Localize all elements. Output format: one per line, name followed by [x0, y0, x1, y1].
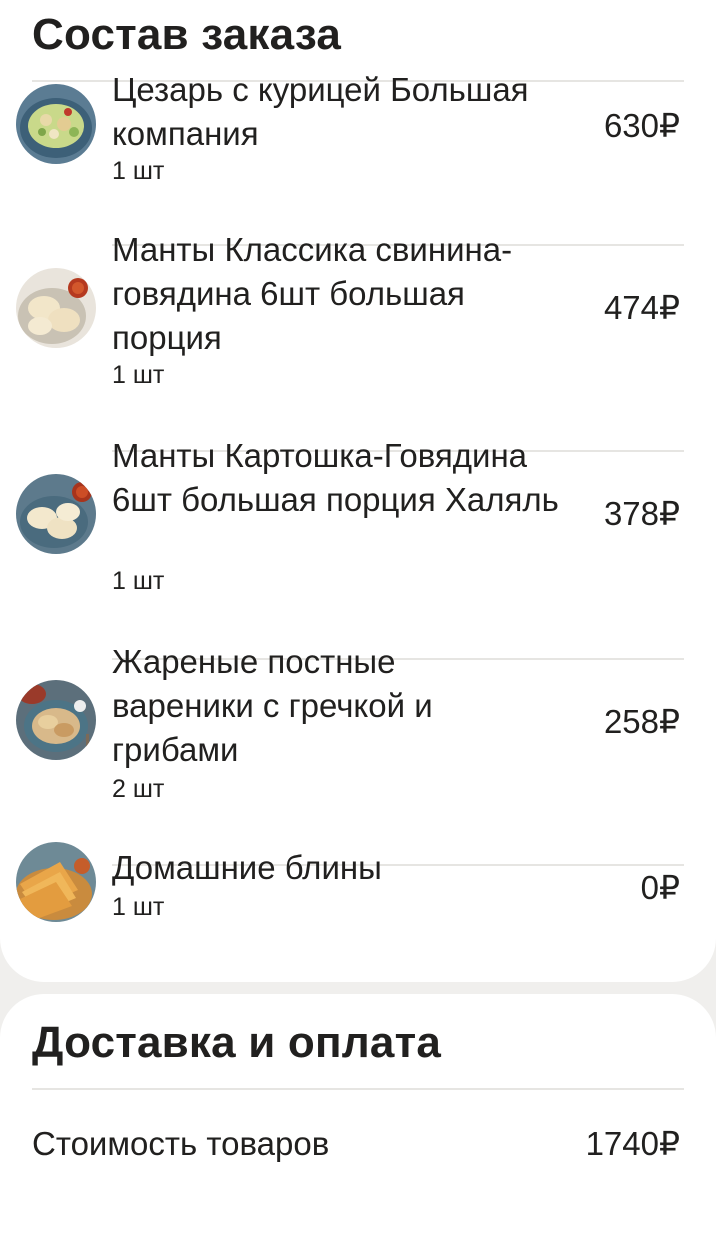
delivery-section-title: Доставка и оплата: [32, 1018, 442, 1067]
order-section-title: Состав заказа: [32, 10, 341, 59]
item-name: Цезарь с курицей Большая компания: [112, 71, 529, 152]
manty-halal-image: [16, 474, 96, 554]
goods-cost-value: 1740₽: [585, 1125, 680, 1162]
item-quantity: 2 шт: [112, 775, 165, 803]
item-quantity: 1 шт: [112, 893, 165, 921]
item-price: 258₽: [603, 703, 680, 740]
delivery-divider: [32, 1088, 684, 1090]
item-name: Жареные постные вареники с гречкой и гри…: [112, 643, 433, 768]
item-price: 0₽: [640, 869, 680, 906]
pancakes-image: [16, 842, 96, 922]
manty-image: [16, 268, 96, 348]
item-price: 378₽: [603, 495, 680, 532]
item-price: 474₽: [603, 289, 680, 326]
goods-cost-label: Стоимость товаров: [32, 1125, 330, 1162]
item-quantity: 1 шт: [112, 361, 165, 389]
item-name: Манты Классика свинина-говядина 6шт боль…: [112, 231, 513, 356]
item-name: Манты Картошка-Говядина 6шт большая порц…: [112, 437, 559, 518]
caesar-salad-image: [16, 84, 96, 164]
item-name: Домашние блины: [112, 849, 382, 886]
item-price: 630₽: [603, 107, 680, 144]
item-quantity: 1 шт: [112, 157, 165, 185]
vareniki-image: [16, 680, 96, 760]
order-composition-card: Состав заказа Цезарь с курицей Большая к…: [0, 0, 716, 982]
item-quantity: 1 шт: [112, 567, 165, 595]
delivery-payment-card: Доставка и оплата Стоимость товаров 1740…: [0, 994, 716, 1254]
